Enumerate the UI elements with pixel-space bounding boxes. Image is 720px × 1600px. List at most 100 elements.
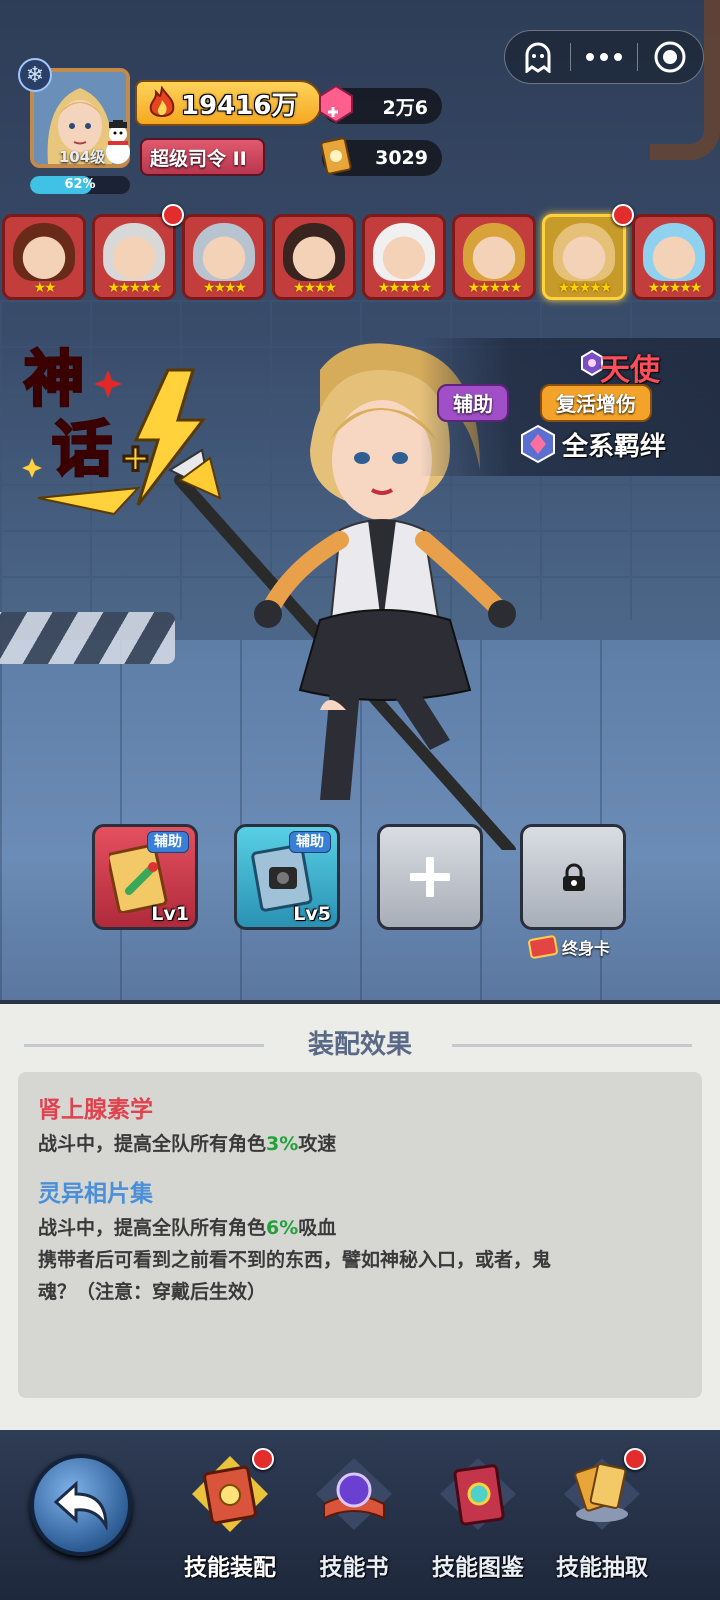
slot-level: Lv5 — [293, 903, 331, 925]
exp-bar: 62% — [30, 176, 130, 194]
hero-card[interactable]: ★★★★★ — [542, 214, 626, 300]
hero-slot: ★★★★ — [182, 214, 266, 304]
nav-skill-book[interactable]: 技能书 — [292, 1448, 416, 1588]
nav-skill-draw[interactable]: 技能抽取 — [540, 1448, 664, 1588]
hero-stars: ★★★★★ — [107, 280, 163, 296]
skill-card-icon — [320, 137, 352, 175]
skill-slot-empty[interactable] — [377, 824, 483, 930]
hero-slot: ★★★★★ — [92, 204, 184, 304]
back-arrow-icon — [53, 1480, 108, 1530]
hero-card[interactable]: ★★ — [2, 214, 86, 300]
role-tag: 辅助 — [437, 384, 509, 422]
snowflake-badge-icon: ❄ — [18, 58, 52, 92]
hero-stars: ★★★★ — [292, 280, 337, 296]
hero-portrait — [283, 223, 345, 281]
effect-text: 攻速 — [298, 1133, 337, 1155]
nav-red-dot — [624, 1448, 646, 1470]
nav-label: 技能图鉴 — [432, 1555, 524, 1581]
plus-icon — [410, 857, 450, 897]
gem-currency[interactable]: 2万6 — [319, 84, 442, 124]
gem-amount: 2万6 — [382, 96, 428, 119]
back-button[interactable] — [30, 1454, 132, 1556]
hero-portrait — [463, 223, 525, 281]
mini-program-capsule — [504, 30, 704, 84]
hero-card[interactable]: ★★★★★ — [92, 214, 176, 300]
svg-text:神: 神 — [24, 346, 84, 413]
card-currency[interactable]: 3029 — [320, 137, 442, 176]
exp-percent: 62% — [64, 177, 96, 192]
nav-red-dot — [252, 1448, 274, 1470]
effect-value: 6% — [266, 1217, 299, 1239]
hero-stars: ★★★★ — [202, 280, 247, 296]
hero-stars: ★★★★★ — [377, 280, 433, 296]
combat-power: 19416万 — [135, 80, 322, 126]
more-button[interactable] — [571, 31, 636, 83]
effect-extra-line: 携带者后可看到之前看不到的东西，譬如神秘入口，或者，鬼 — [38, 1249, 552, 1271]
effect-description: 战斗中，提高全队所有角色3%攻速 — [38, 1128, 682, 1160]
skill-tag: 复活增伤 — [540, 384, 652, 422]
hero-card[interactable]: ★★★★★ — [632, 214, 716, 300]
effect-description: 战斗中，提高全队所有角色6%吸血 — [38, 1212, 682, 1244]
hero-slot: ★★ — [2, 214, 86, 304]
target-icon — [654, 41, 686, 73]
gem-plus-icon — [319, 84, 353, 124]
hero-slot: ★★★★★ — [542, 204, 634, 304]
hero-card[interactable]: ★★★★ — [272, 214, 356, 300]
hero-selector-row: ★★ ★★★★★ ★★★★ ★★★★ ★★★★★ ★★★★★ ★★★★★ ★★★★★ — [2, 204, 720, 304]
hero-portrait — [13, 223, 75, 281]
effect-name: 肾上腺素学 — [38, 1097, 153, 1123]
skill-codex-book-icon — [440, 1458, 516, 1530]
nav-skill-equip[interactable]: 技能装配 — [168, 1448, 292, 1588]
effect-text: 战斗中，提高全队所有角色 — [38, 1217, 267, 1239]
close-target-button[interactable] — [638, 31, 703, 83]
card-amount: 3029 — [375, 147, 428, 169]
snowman-icon — [106, 120, 130, 164]
nav-label: 技能抽取 — [556, 1555, 648, 1581]
slot-role-tag: 辅助 — [147, 831, 189, 853]
skill-book-orb-icon — [316, 1458, 392, 1530]
bond-label: 全系羁绊 — [562, 432, 667, 462]
hero-stars: ★★★★★ — [467, 280, 523, 296]
hero-portrait — [373, 223, 435, 281]
svg-text:+: + — [122, 432, 149, 484]
equip-effects-panel: 装配效果 肾上腺素学 战斗中，提高全队所有角色3%攻速 灵异相片集 战斗中，提高… — [0, 1000, 720, 1430]
hero-portrait — [553, 223, 615, 281]
hero-slot: ★★★★★ — [452, 214, 536, 304]
slot-level: Lv1 — [151, 903, 189, 925]
nav-label: 技能装配 — [184, 1555, 276, 1581]
bottom-nav: 技能装配 技能书 技能图鉴 技能抽取 — [0, 1430, 720, 1600]
hero-stars: ★★★★★ — [647, 280, 703, 296]
hero-portrait — [643, 223, 705, 281]
lifetime-card-label: 终身卡 — [562, 939, 611, 958]
nav-skill-codex[interactable]: 技能图鉴 — [416, 1448, 540, 1588]
hero-name: 天使 — [600, 353, 660, 388]
hero-card[interactable]: ★★★★ — [182, 214, 266, 300]
hero-red-dot — [612, 204, 634, 226]
hero-slot: ★★★★★ — [362, 214, 446, 304]
flame-icon — [149, 86, 175, 117]
hero-stars: ★★ — [33, 280, 56, 296]
hero-stars: ★★★★★ — [557, 280, 613, 296]
svg-text:话: 话 — [52, 416, 112, 483]
effect-name: 灵异相片集 — [38, 1181, 153, 1207]
skill-slot-2[interactable]: 辅助 Lv5 — [234, 824, 340, 930]
skill-slot-1[interactable]: 辅助 Lv1 — [92, 824, 198, 930]
skill-slot-locked[interactable] — [520, 824, 626, 930]
hazard-stripe — [0, 612, 175, 664]
effect-text: 吸血 — [298, 1217, 337, 1239]
effect-value: 3% — [266, 1133, 299, 1155]
panel-title: 装配效果 — [307, 1030, 412, 1060]
hero-red-dot — [162, 204, 184, 226]
effects-list[interactable]: 肾上腺素学 战斗中，提高全队所有角色3%攻速 灵异相片集 战斗中，提高全队所有角… — [18, 1072, 702, 1398]
hero-portrait — [193, 223, 255, 281]
ghost-button[interactable] — [505, 31, 570, 83]
hero-card[interactable]: ★★★★★ — [452, 214, 536, 300]
hero-portrait — [103, 223, 165, 281]
nav-label: 技能书 — [319, 1555, 389, 1581]
hero-card[interactable]: ★★★★★ — [362, 214, 446, 300]
slot-role-tag: 辅助 — [289, 831, 331, 853]
effect-text: 战斗中，提高全队所有角色 — [38, 1133, 267, 1155]
lifetime-card-hint: 终身卡 — [528, 934, 610, 960]
more-icon — [585, 53, 622, 61]
combat-power-value: 19416万 — [181, 90, 298, 121]
